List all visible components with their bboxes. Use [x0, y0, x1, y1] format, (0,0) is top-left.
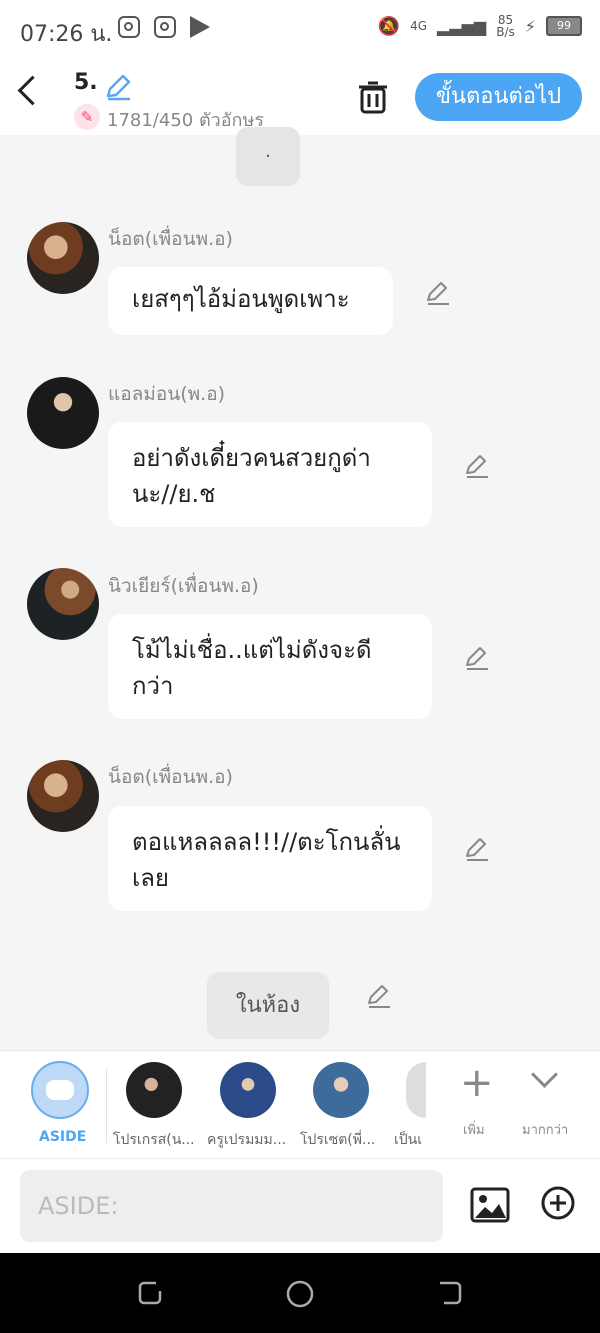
- avatar[interactable]: [27, 760, 99, 832]
- character-label: ครูเปรมมม...: [207, 1132, 287, 1148]
- edit-message-icon[interactable]: [464, 645, 490, 671]
- scene-label[interactable]: ในห้อง: [207, 972, 329, 1039]
- character-avatar[interactable]: [126, 1062, 182, 1118]
- speaker-name: น็อต(เพื่อนพ.อ): [108, 228, 233, 250]
- back-nav-icon[interactable]: [436, 1279, 464, 1307]
- status-right: 🔕 4G ▂▃▅▆ 85 B/s ⚡ 99: [378, 14, 582, 38]
- avatar[interactable]: [27, 568, 99, 640]
- avatar[interactable]: [27, 377, 99, 449]
- speed-unit: B/s: [496, 25, 515, 39]
- play-store-icon: [190, 16, 210, 38]
- speed-readout: 85 B/s: [496, 14, 515, 38]
- aside-chat-icon: [46, 1080, 74, 1100]
- add-character-icon[interactable]: +: [460, 1063, 494, 1103]
- recent-apps-icon[interactable]: [136, 1279, 164, 1307]
- back-icon[interactable]: [17, 75, 48, 106]
- trash-icon[interactable]: [358, 80, 388, 114]
- character-label: โปรเซต(พี่...: [300, 1132, 376, 1148]
- image-icon[interactable]: [470, 1185, 510, 1225]
- signal-icon: ▂▃▅▆: [437, 16, 487, 36]
- more-label: มากกว่า: [522, 1123, 569, 1138]
- message-bubble[interactable]: โม้ไม่เชื่อ..แต่ไม่ดังจะดี กว่า: [108, 614, 432, 719]
- pencil-badge-icon: ✎: [74, 104, 100, 130]
- edit-message-icon[interactable]: [464, 453, 490, 479]
- chevron-down-icon[interactable]: [531, 1061, 558, 1088]
- home-icon[interactable]: [285, 1279, 315, 1309]
- charging-icon: ⚡: [524, 16, 536, 36]
- aside-label: ASIDE: [39, 1129, 87, 1145]
- edit-scene-icon[interactable]: [366, 983, 392, 1009]
- status-bar: 07:26 น. 🔕 4G ▂▃▅▆ 85 B/s ⚡ 99: [0, 0, 600, 60]
- instagram-icon: [118, 16, 140, 38]
- top-scene-tab[interactable]: .: [236, 127, 300, 186]
- input-bar: [0, 1158, 600, 1254]
- message-bubble[interactable]: อย่าดังเดี๋ยวคนสวยกูด่า นะ//ย.ช: [108, 422, 432, 527]
- instagram-icon: [154, 16, 176, 38]
- message-input[interactable]: [20, 1170, 443, 1242]
- message-bubble[interactable]: เยสๆๆไอ้ม่อนพูดเพาะ: [108, 267, 393, 335]
- mute-icon: 🔕: [377, 15, 401, 37]
- character-avatar[interactable]: [406, 1062, 426, 1118]
- aside-character-button[interactable]: [31, 1061, 89, 1119]
- character-avatar[interactable]: [313, 1062, 369, 1118]
- next-step-button[interactable]: ขั้นตอนต่อไป: [415, 73, 582, 121]
- edit-message-icon[interactable]: [425, 280, 451, 306]
- edit-message-icon[interactable]: [464, 836, 490, 862]
- speaker-name: นิวเยียร์(เพื่อนพ.อ): [108, 575, 259, 597]
- character-tray: ASIDE โปรเกรส(น... ครูเปรมมม... โปรเซต(พ…: [0, 1050, 600, 1159]
- edit-title-icon[interactable]: [104, 72, 134, 102]
- speaker-name: แอลม่อน(พ.อ): [108, 383, 226, 405]
- avatar[interactable]: [27, 222, 99, 294]
- editor-header: 5. ✎ 1781/450 ตัวอักษร ขั้นตอนต่อไป: [0, 60, 600, 135]
- character-avatar[interactable]: [220, 1062, 276, 1118]
- network-type: 4G: [410, 19, 428, 33]
- message-bubble[interactable]: ตอแหลลลล!!!//ตะโกนลั่น เลย: [108, 806, 432, 911]
- system-nav-bar: [0, 1253, 600, 1333]
- add-circle-icon[interactable]: [540, 1185, 576, 1221]
- tray-divider: [106, 1069, 107, 1143]
- chat-area[interactable]: . น็อต(เพื่อนพ.อ) เยสๆๆไอ้ม่อนพูดเพาะ แอ…: [0, 127, 600, 1050]
- character-label: เป็นเ: [394, 1132, 423, 1148]
- character-label: โปรเกรส(น...: [113, 1132, 195, 1148]
- battery-indicator: 99: [546, 16, 582, 36]
- speaker-name: น็อต(เพื่อนพ.อ): [108, 766, 233, 788]
- episode-title: 5.: [74, 70, 98, 95]
- status-time: 07:26 น.: [20, 22, 113, 47]
- add-character-label: เพิ่ม: [463, 1123, 485, 1138]
